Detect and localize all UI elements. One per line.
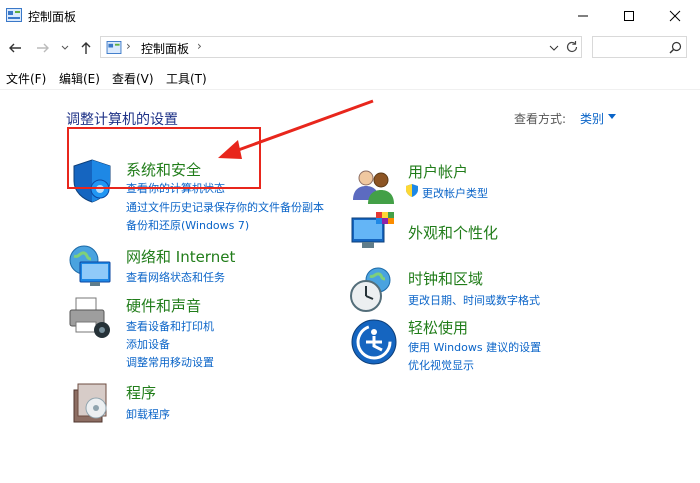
link-devices-printers[interactable]: 查看设备和打印机	[126, 318, 214, 334]
page-heading: 调整计算机的设置	[66, 112, 178, 128]
programs-box-icon[interactable]	[68, 380, 116, 428]
breadcrumb-separator: ›	[126, 39, 131, 53]
address-dropdown-icon[interactable]	[549, 44, 559, 52]
divider	[0, 89, 700, 90]
view-by-dropdown[interactable]: 类别	[580, 110, 604, 127]
forward-arrow-icon[interactable]	[36, 41, 50, 55]
clock-region-icon[interactable]	[348, 266, 396, 314]
link-change-date-time[interactable]: 更改日期、时间或数字格式	[408, 292, 540, 308]
link-change-account-type[interactable]: 更改帐户类型	[422, 185, 488, 201]
uac-shield-icon	[406, 184, 418, 197]
menu-view[interactable]: 查看(V)	[112, 70, 154, 87]
category-programs[interactable]: 程序	[126, 382, 156, 403]
control-panel-icon	[6, 8, 22, 22]
link-optimize-visual-display[interactable]: 优化视觉显示	[408, 357, 474, 373]
recent-locations-chevron-icon[interactable]	[61, 44, 69, 52]
category-network-internet[interactable]: 网络和 Internet	[126, 246, 235, 267]
minimize-button[interactable]	[560, 0, 606, 32]
printer-icon[interactable]	[66, 294, 114, 342]
close-icon	[669, 10, 681, 22]
menu-edit[interactable]: 编辑(E)	[59, 70, 100, 87]
category-appearance[interactable]: 外观和个性化	[408, 222, 498, 243]
minimize-icon	[578, 15, 588, 17]
up-arrow-icon[interactable]	[79, 41, 93, 55]
category-clock-region[interactable]: 时钟和区域	[408, 268, 483, 289]
address-bar[interactable]: › 控制面板 ›	[100, 36, 582, 58]
maximize-icon	[624, 11, 634, 21]
link-windows-recommended-settings[interactable]: 使用 Windows 建议的设置	[408, 339, 541, 355]
search-box[interactable]	[592, 36, 687, 58]
maximize-button[interactable]	[606, 0, 652, 32]
link-add-device[interactable]: 添加设备	[126, 336, 170, 352]
category-user-accounts[interactable]: 用户帐户	[408, 161, 468, 182]
annotation-arrow-icon	[218, 99, 374, 159]
search-icon	[669, 41, 682, 54]
breadcrumb-control-panel[interactable]: 控制面板	[141, 40, 189, 57]
category-ease-of-access[interactable]: 轻松使用	[408, 317, 468, 338]
category-hardware-sound[interactable]: 硬件和声音	[126, 295, 201, 316]
breadcrumb-separator[interactable]: ›	[197, 39, 202, 53]
menu-file[interactable]: 文件(F)	[6, 70, 46, 87]
link-backup-restore[interactable]: 备份和还原(Windows 7)	[126, 217, 249, 233]
refresh-icon[interactable]	[565, 40, 579, 54]
close-button[interactable]	[652, 0, 698, 32]
window-title: 控制面板	[28, 10, 77, 24]
view-by-label: 查看方式:	[514, 112, 567, 126]
title-bar: 控制面板	[0, 0, 700, 32]
ease-of-access-icon[interactable]	[350, 318, 398, 366]
link-network-status[interactable]: 查看网络状态和任务	[126, 269, 225, 285]
menu-tools[interactable]: 工具(T)	[166, 70, 207, 87]
control-panel-icon	[106, 41, 122, 54]
link-file-history[interactable]: 通过文件历史记录保存你的文件备份副本	[126, 199, 324, 215]
menu-bar: 文件(F) 编辑(E) 查看(V) 工具(T)	[0, 67, 700, 89]
network-globe-icon[interactable]	[66, 242, 114, 290]
appearance-monitor-icon[interactable]	[350, 210, 398, 258]
view-by-chevron-icon[interactable]	[608, 114, 616, 120]
back-arrow-icon[interactable]	[8, 41, 22, 55]
link-mobility-settings[interactable]: 调整常用移动设置	[126, 354, 214, 370]
link-uninstall-program[interactable]: 卸载程序	[126, 406, 170, 422]
